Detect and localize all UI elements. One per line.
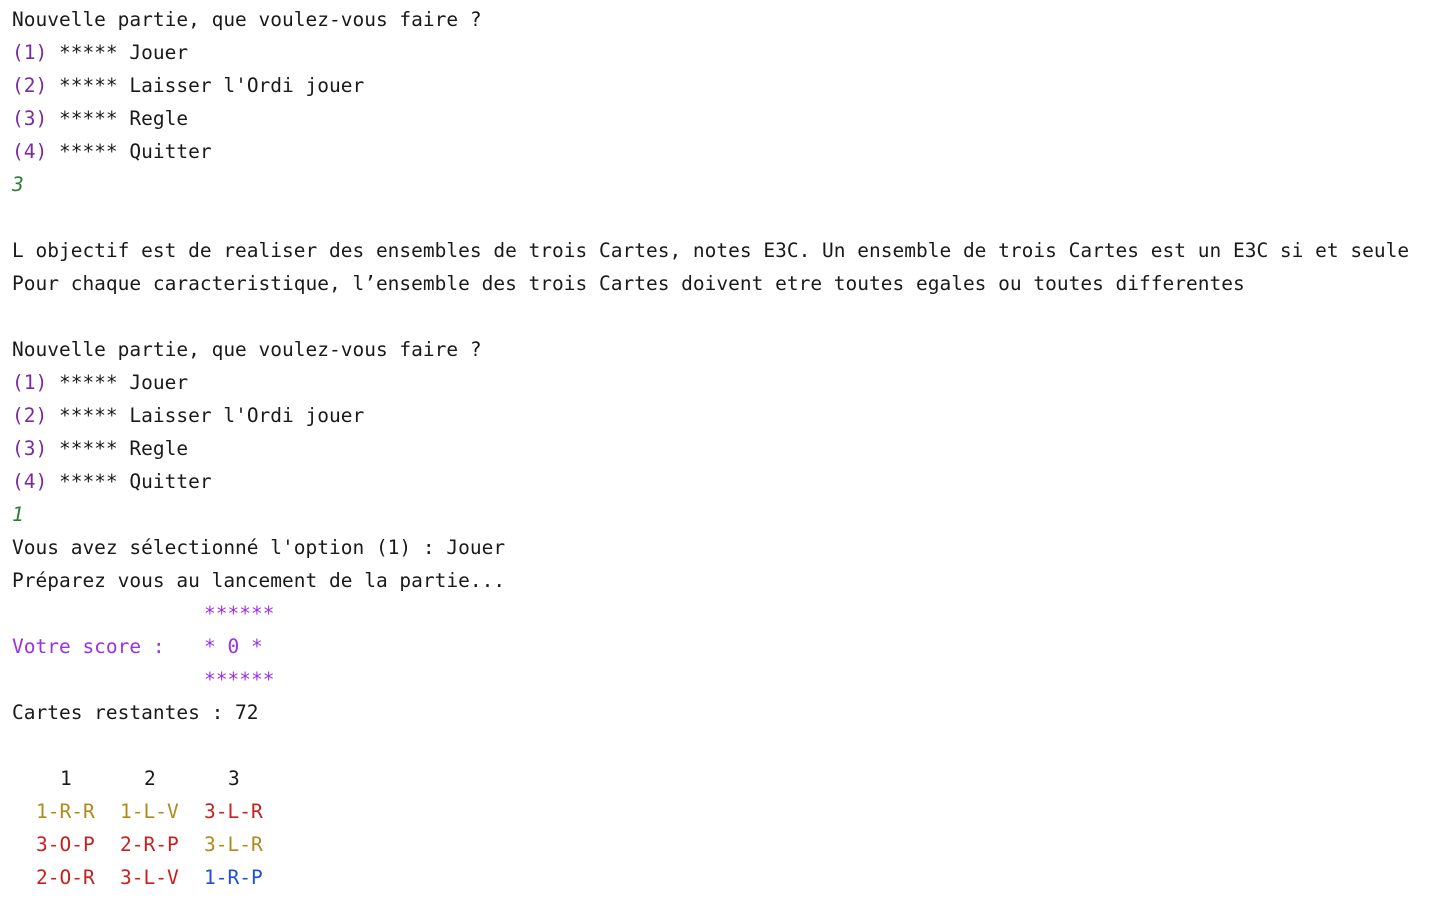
option-number: (4) bbox=[12, 140, 48, 163]
score-border: ****** bbox=[204, 668, 275, 691]
option-number: (1) bbox=[12, 371, 48, 394]
prepare-message: Préparez vous au lancement de la partie.… bbox=[0, 564, 1441, 597]
menu-option: (4) ***** Quitter bbox=[0, 465, 1441, 498]
rules-line: Pour chaque caracteristique, l’ensemble … bbox=[0, 267, 1441, 300]
rules-text: L objectif est de realiser des ensembles… bbox=[12, 239, 1410, 262]
option-label: ***** Quitter bbox=[47, 140, 212, 163]
grid-col-header: 3 bbox=[228, 767, 240, 790]
card-cell: 3-L-V bbox=[120, 866, 179, 889]
grid-row: 3 2-O-R 3-L-V 1-R-P bbox=[0, 861, 1441, 894]
user-input-line: 1 bbox=[0, 498, 1441, 531]
menu-option: (1) ***** Jouer bbox=[0, 366, 1441, 399]
grid-col-header: 2 bbox=[144, 767, 156, 790]
grid-col-header: 1 bbox=[60, 767, 72, 790]
option-label: ***** Regle bbox=[47, 107, 189, 130]
option-label: ***** Laisser l'Ordi jouer bbox=[47, 404, 365, 427]
option-number: (3) bbox=[12, 107, 48, 130]
console-output: Nouvelle partie, que voulez-vous faire ?… bbox=[0, 0, 1441, 894]
option-label: ***** Jouer bbox=[47, 371, 189, 394]
menu-option: (2) ***** Laisser l'Ordi jouer bbox=[0, 69, 1441, 102]
user-input: 3 bbox=[12, 173, 24, 196]
card-cell: 2-O-R bbox=[36, 866, 95, 889]
menu-prompt-text: Nouvelle partie, que voulez-vous faire ? bbox=[12, 8, 482, 31]
score-label: Votre score : bbox=[12, 635, 165, 658]
score-line: Votre score : * 0 * bbox=[0, 630, 1441, 663]
option-label: ***** Jouer bbox=[47, 41, 189, 64]
user-input-line: 3 bbox=[0, 168, 1441, 201]
option-number: (4) bbox=[12, 470, 48, 493]
remaining-cards-text: Cartes restantes : 72 bbox=[12, 701, 259, 724]
menu-option: (3) ***** Regle bbox=[0, 102, 1441, 135]
option-label: ***** Regle bbox=[47, 437, 189, 460]
grid-row: 1 1-R-R 1-L-V 3-L-R bbox=[0, 795, 1441, 828]
score-border-bottom: ****** bbox=[0, 663, 1441, 696]
menu-prompt: Nouvelle partie, que voulez-vous faire ? bbox=[0, 333, 1441, 366]
option-label: ***** Laisser l'Ordi jouer bbox=[47, 74, 365, 97]
rules-line: L objectif est de realiser des ensembles… bbox=[0, 234, 1441, 267]
card-cell: 1-L-V bbox=[120, 800, 179, 823]
card-cell: 3-O-P bbox=[36, 833, 95, 856]
grid-header-row: 1 2 3 bbox=[0, 762, 1441, 795]
option-number: (2) bbox=[12, 404, 48, 427]
card-cell: 2-R-P bbox=[120, 833, 179, 856]
card-cell: 1-R-R bbox=[36, 800, 95, 823]
selection-message: Vous avez sélectionné l'option (1) : Jou… bbox=[0, 531, 1441, 564]
card-cell: 1-R-P bbox=[204, 866, 263, 889]
score-border-top: ****** bbox=[0, 597, 1441, 630]
score-border: ****** bbox=[204, 602, 275, 625]
prepare-text: Préparez vous au lancement de la partie.… bbox=[12, 569, 506, 592]
menu-prompt: Nouvelle partie, que voulez-vous faire ? bbox=[0, 3, 1441, 36]
user-input: 1 bbox=[12, 503, 24, 526]
option-number: (3) bbox=[12, 437, 48, 460]
option-number: (2) bbox=[12, 74, 48, 97]
remaining-cards: Cartes restantes : 72 bbox=[0, 696, 1441, 729]
menu-option: (4) ***** Quitter bbox=[0, 135, 1441, 168]
menu-prompt-text: Nouvelle partie, que voulez-vous faire ? bbox=[12, 338, 482, 361]
card-cell: 3-L-R bbox=[204, 833, 263, 856]
menu-option: (3) ***** Regle bbox=[0, 432, 1441, 465]
score-value: * 0 * bbox=[204, 635, 263, 658]
rules-text: Pour chaque caracteristique, l’ensemble … bbox=[12, 272, 1245, 295]
menu-option: (2) ***** Laisser l'Ordi jouer bbox=[0, 399, 1441, 432]
grid-row: 2 3-O-P 2-R-P 3-L-R bbox=[0, 828, 1441, 861]
option-label: ***** Quitter bbox=[47, 470, 212, 493]
card-cell: 3-L-R bbox=[204, 800, 263, 823]
menu-option: (1) ***** Jouer bbox=[0, 36, 1441, 69]
option-number: (1) bbox=[12, 41, 48, 64]
selection-text: Vous avez sélectionné l'option (1) : Jou… bbox=[12, 536, 506, 559]
